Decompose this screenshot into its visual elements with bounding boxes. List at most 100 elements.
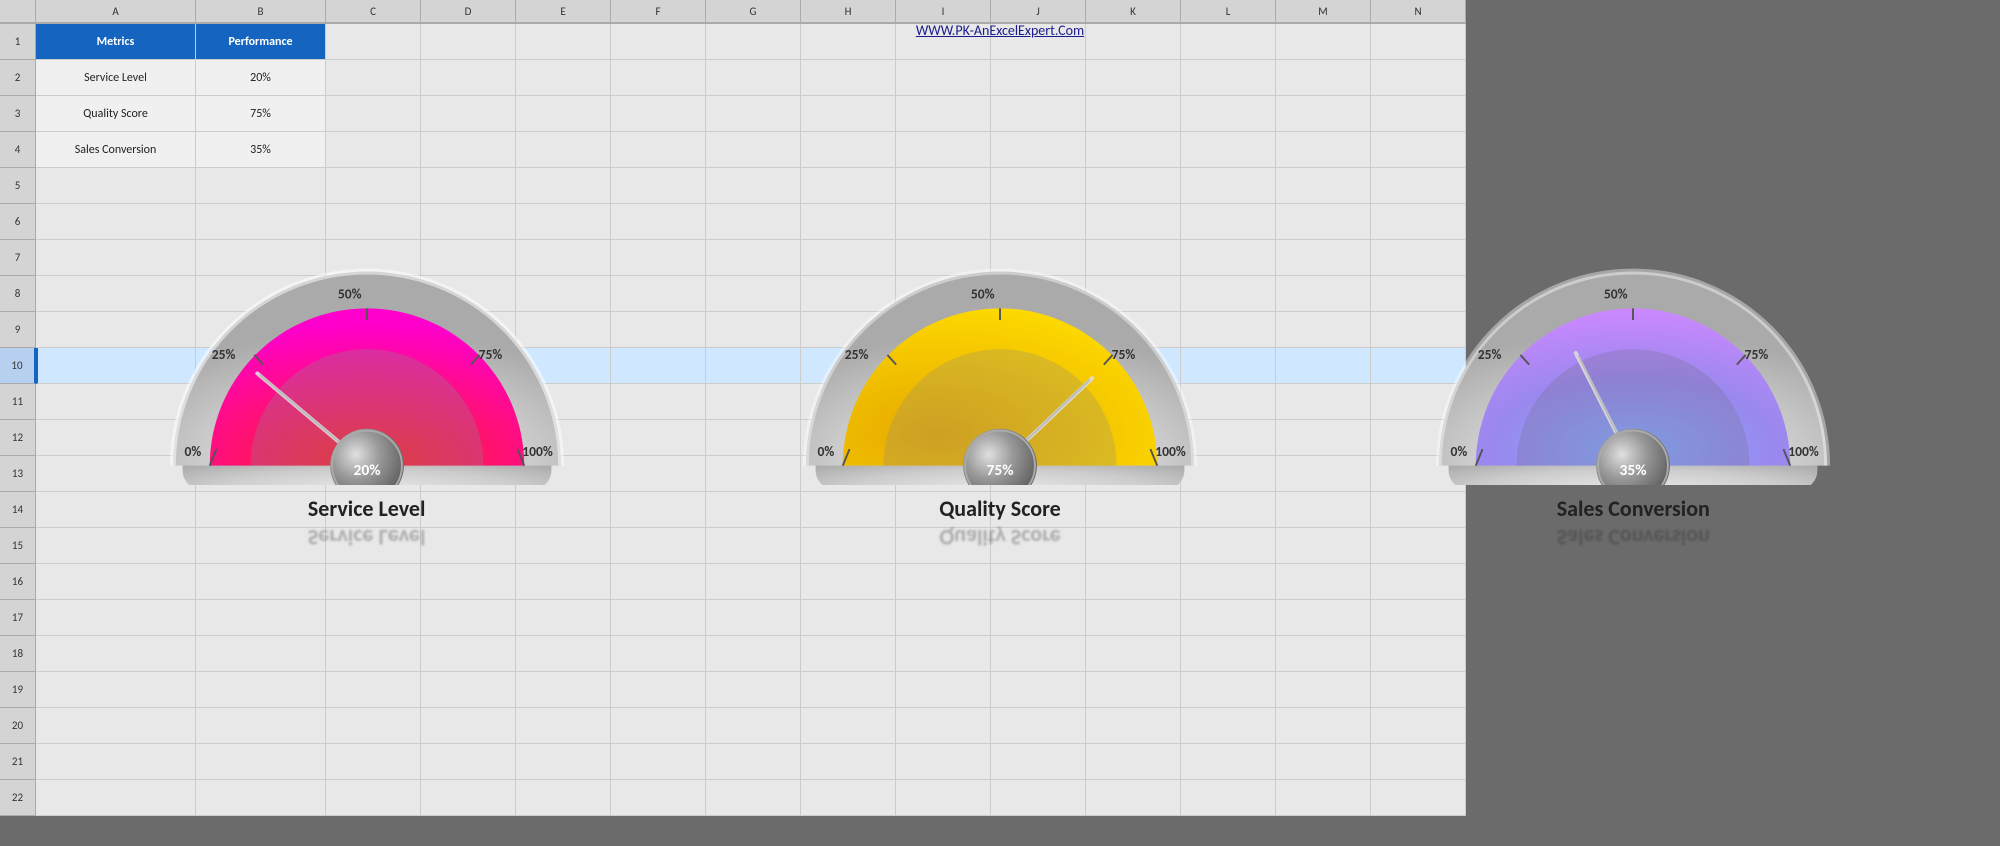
cell-row22-col8[interactable] — [896, 780, 991, 816]
cell-row22-col2[interactable] — [326, 780, 421, 816]
cell-l2[interactable] — [1181, 60, 1276, 96]
cell-row17-col7[interactable] — [801, 600, 896, 636]
cell-row18-col0[interactable] — [36, 636, 196, 672]
cell-row16-col13[interactable] — [1371, 564, 1466, 600]
cell-i3[interactable] — [896, 96, 991, 132]
cell-row19-col10[interactable] — [1086, 672, 1181, 708]
cell-row22-col3[interactable] — [421, 780, 516, 816]
cell-row20-col12[interactable] — [1276, 708, 1371, 744]
cell-n1[interactable] — [1371, 24, 1466, 60]
cell-a3[interactable]: Quality Score — [36, 96, 196, 132]
cell-row22-col4[interactable] — [516, 780, 611, 816]
cell-row16-col4[interactable] — [516, 564, 611, 600]
cell-row21-col8[interactable] — [896, 744, 991, 780]
cell-b2[interactable]: 20% — [196, 60, 326, 96]
cell-row17-col10[interactable] — [1086, 600, 1181, 636]
cell-e1[interactable] — [516, 24, 611, 60]
cell-row18-col8[interactable] — [896, 636, 991, 672]
cell-h3[interactable] — [801, 96, 896, 132]
cell-row16-col11[interactable] — [1181, 564, 1276, 600]
cell-h2[interactable] — [801, 60, 896, 96]
cell-row20-col4[interactable] — [516, 708, 611, 744]
cell-row19-col5[interactable] — [611, 672, 706, 708]
cell-row17-col8[interactable] — [896, 600, 991, 636]
cell-row16-col10[interactable] — [1086, 564, 1181, 600]
cell-row19-col8[interactable] — [896, 672, 991, 708]
cell-row20-col7[interactable] — [801, 708, 896, 744]
col-header-n[interactable]: N — [1371, 0, 1466, 23]
cell-b1[interactable]: Performance — [196, 24, 326, 60]
cell-row17-col0[interactable] — [36, 600, 196, 636]
cell-k2[interactable] — [1086, 60, 1181, 96]
cell-a2[interactable]: Service Level — [36, 60, 196, 96]
cell-row17-col12[interactable] — [1276, 600, 1371, 636]
cell-row21-col1[interactable] — [196, 744, 326, 780]
cell-d1[interactable] — [421, 24, 516, 60]
cell-row18-col13[interactable] — [1371, 636, 1466, 672]
cell-row18-col7[interactable] — [801, 636, 896, 672]
cell-row20-col1[interactable] — [196, 708, 326, 744]
cell-row18-col6[interactable] — [706, 636, 801, 672]
cell-d3[interactable] — [421, 96, 516, 132]
col-header-l[interactable]: L — [1181, 0, 1276, 23]
cell-g1[interactable] — [706, 24, 801, 60]
cell-row22-col11[interactable] — [1181, 780, 1276, 816]
cell-row19-col3[interactable] — [421, 672, 516, 708]
cell-row21-col11[interactable] — [1181, 744, 1276, 780]
cell-row18-col9[interactable] — [991, 636, 1086, 672]
cell-row18-col12[interactable] — [1276, 636, 1371, 672]
cell-g3[interactable] — [706, 96, 801, 132]
cell-row18-col10[interactable] — [1086, 636, 1181, 672]
cell-l3[interactable] — [1181, 96, 1276, 132]
cell-row21-col12[interactable] — [1276, 744, 1371, 780]
cell-row16-col0[interactable] — [36, 564, 196, 600]
cell-row21-col9[interactable] — [991, 744, 1086, 780]
col-header-g[interactable]: G — [706, 0, 801, 23]
cell-row21-col3[interactable] — [421, 744, 516, 780]
cell-row20-col2[interactable] — [326, 708, 421, 744]
cell-m1[interactable] — [1276, 24, 1371, 60]
cell-row16-col7[interactable] — [801, 564, 896, 600]
col-header-j[interactable]: J — [991, 0, 1086, 23]
cell-row21-col5[interactable] — [611, 744, 706, 780]
cell-row16-col1[interactable] — [196, 564, 326, 600]
cell-row19-col6[interactable] — [706, 672, 801, 708]
cell-row16-col6[interactable] — [706, 564, 801, 600]
col-header-a[interactable]: A — [36, 0, 196, 23]
cell-row21-col7[interactable] — [801, 744, 896, 780]
cell-row22-col5[interactable] — [611, 780, 706, 816]
cell-row16-col3[interactable] — [421, 564, 516, 600]
cell-row17-col2[interactable] — [326, 600, 421, 636]
cell-row21-col6[interactable] — [706, 744, 801, 780]
cell-row20-col6[interactable] — [706, 708, 801, 744]
cell-n2[interactable] — [1371, 60, 1466, 96]
cell-row22-col7[interactable] — [801, 780, 896, 816]
cell-g2[interactable] — [706, 60, 801, 96]
col-header-k[interactable]: K — [1086, 0, 1181, 23]
cell-row21-col13[interactable] — [1371, 744, 1466, 780]
cell-row18-col4[interactable] — [516, 636, 611, 672]
cell-h1[interactable] — [801, 24, 896, 60]
cell-row16-col2[interactable] — [326, 564, 421, 600]
cell-row19-col1[interactable] — [196, 672, 326, 708]
cell-f2[interactable] — [611, 60, 706, 96]
cell-a1[interactable]: Metrics — [36, 24, 196, 60]
cell-row16-col5[interactable] — [611, 564, 706, 600]
col-header-c[interactable]: C — [326, 0, 421, 23]
cell-row20-col3[interactable] — [421, 708, 516, 744]
cell-row20-col11[interactable] — [1181, 708, 1276, 744]
cell-row22-col13[interactable] — [1371, 780, 1466, 816]
cell-row19-col4[interactable] — [516, 672, 611, 708]
cell-row17-col11[interactable] — [1181, 600, 1276, 636]
cell-d2[interactable] — [421, 60, 516, 96]
cell-b3[interactable]: 75% — [196, 96, 326, 132]
cell-row18-col5[interactable] — [611, 636, 706, 672]
cell-m2[interactable] — [1276, 60, 1371, 96]
cell-row19-col13[interactable] — [1371, 672, 1466, 708]
cell-row20-col13[interactable] — [1371, 708, 1466, 744]
cell-row22-col10[interactable] — [1086, 780, 1181, 816]
cell-row17-col5[interactable] — [611, 600, 706, 636]
cell-row19-col12[interactable] — [1276, 672, 1371, 708]
cell-f1[interactable] — [611, 24, 706, 60]
col-header-e[interactable]: E — [516, 0, 611, 23]
